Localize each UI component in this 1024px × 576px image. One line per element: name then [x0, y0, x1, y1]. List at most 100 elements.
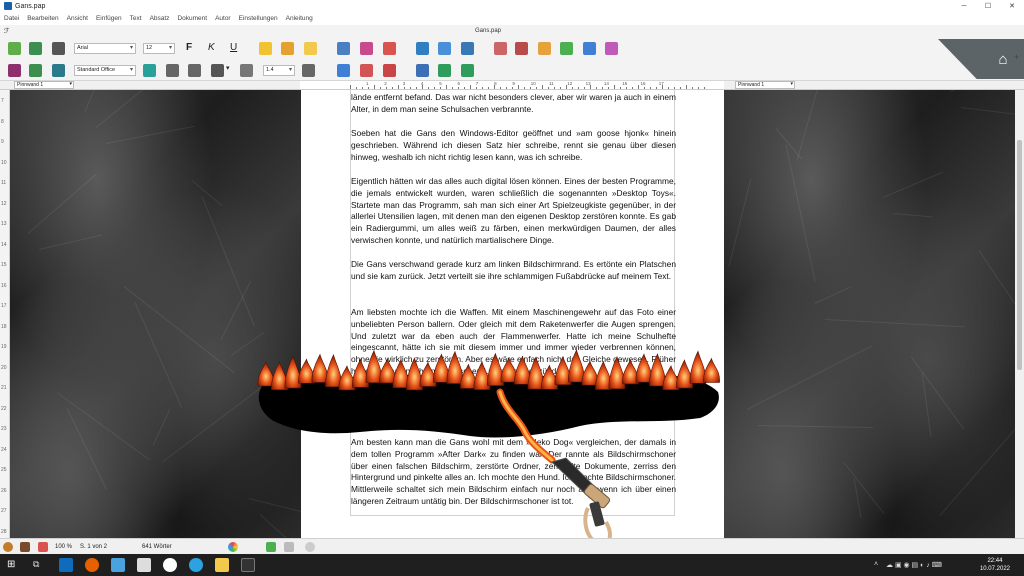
add-tab-icon[interactable]: +	[1014, 52, 1019, 62]
pinnwand-left-select[interactable]: Pinnwand 1	[14, 81, 74, 89]
replace-icon[interactable]	[461, 42, 474, 55]
zoom-level[interactable]: 100 %	[55, 544, 72, 550]
papyrus-icon[interactable]	[3, 542, 13, 552]
menu-dokument[interactable]: Dokument	[177, 15, 207, 22]
tray-arrow-icon[interactable]: ˄	[874, 561, 878, 568]
marker-orange-icon[interactable]	[538, 42, 551, 55]
list-icon[interactable]	[211, 64, 224, 77]
ruler-tick	[464, 87, 465, 89]
pdf-status-icon[interactable]	[38, 542, 48, 552]
line-spacing-select[interactable]: 1.4	[263, 65, 295, 76]
palette-icon[interactable]	[494, 42, 507, 55]
menu-anleitung[interactable]: Anleitung	[286, 15, 313, 22]
color-wheel-icon[interactable]	[228, 542, 238, 552]
line-spacing-icon[interactable]	[240, 64, 253, 77]
paragraph[interactable]: lände entfernt befand. Das war nicht bes…	[351, 92, 676, 116]
marker-red-icon[interactable]	[515, 42, 528, 55]
scrollbar-thumb[interactable]	[1017, 140, 1022, 370]
github-icon[interactable]	[163, 558, 177, 572]
telegram-icon[interactable]	[189, 558, 203, 572]
pen-icon[interactable]	[284, 542, 294, 552]
papyrus-taskbar-icon[interactable]	[137, 558, 151, 572]
font-select[interactable]: Arial	[74, 43, 136, 54]
title-bar: Gans.pap ─ ☐ ✕	[0, 0, 1024, 12]
pdf-icon[interactable]	[383, 42, 396, 55]
bold-button[interactable]: F	[186, 42, 192, 54]
menu-einfuegen[interactable]: Einfügen	[96, 15, 122, 22]
folder-icon[interactable]	[215, 558, 229, 572]
pinnwand-right-select[interactable]: Pinnwand 1	[735, 81, 795, 89]
paragraph[interactable]: Am liebsten mochte ich die Waffen. Mit e…	[351, 307, 676, 378]
task-view-icon[interactable]: ⧉	[33, 559, 39, 570]
style-select[interactable]: Standard Office	[74, 65, 136, 76]
insert-image-icon[interactable]	[337, 64, 350, 77]
outlook-icon[interactable]	[59, 558, 73, 572]
menu-einstellungen[interactable]: Einstellungen	[239, 15, 278, 22]
document-tab[interactable]: Gans.pap	[475, 28, 501, 34]
subscript-icon[interactable]	[188, 64, 201, 77]
zoom-icon[interactable]	[360, 64, 373, 77]
close-button[interactable]: ✕	[1000, 0, 1024, 12]
document-info-icon[interactable]	[360, 42, 373, 55]
comment-icon[interactable]	[304, 42, 317, 55]
menu-autor[interactable]: Autor	[215, 15, 231, 22]
navigator-icon[interactable]	[337, 42, 350, 55]
open-document-icon[interactable]	[29, 42, 42, 55]
marker-icon[interactable]	[281, 42, 294, 55]
ruler-tick	[536, 87, 537, 89]
ruler-tick	[542, 85, 543, 89]
undo-icon[interactable]	[438, 64, 451, 77]
marker-blue-icon[interactable]	[583, 42, 596, 55]
superscript-icon[interactable]	[166, 64, 179, 77]
font-size-select[interactable]: 12	[143, 43, 175, 54]
vertical-scrollbar[interactable]	[1015, 90, 1024, 538]
highlight-icon[interactable]	[259, 42, 272, 55]
tray-app-icons[interactable]: ☁ ▣ ◉ ▤ ◐ ♪ ⌨	[886, 561, 942, 569]
firefox-icon[interactable]	[85, 558, 99, 572]
paragraph-format-icon[interactable]	[302, 64, 315, 77]
paragraph[interactable]: Am besten kann man die Gans wohl mit dem…	[351, 437, 676, 508]
clock[interactable]: 22:44 10.07.2022	[980, 557, 1010, 573]
underline-button[interactable]: U	[230, 42, 237, 54]
horizontal-ruler[interactable]: 1 2 3 4 5 6 7 8 9 10 11 12 13 14 15 16 17	[300, 81, 724, 89]
menu-absatz[interactable]: Absatz	[150, 15, 170, 22]
paragraph[interactable]: Eigentlich hätten wir das alles auch dig…	[351, 176, 676, 247]
eye-icon[interactable]	[305, 542, 315, 552]
terminal-icon[interactable]	[241, 558, 255, 572]
list-dropdown-icon[interactable]: ▾	[226, 63, 230, 75]
toolbar: ℱ Gans.pap Arial 12 F K U Standard Offic…	[0, 25, 1024, 81]
print-icon[interactable]	[52, 42, 65, 55]
document-page[interactable]: lände entfernt befand. Das war nicht bes…	[301, 90, 724, 538]
save-as-icon[interactable]	[29, 64, 42, 77]
style-sheet-icon[interactable]	[143, 64, 156, 77]
menu-datei[interactable]: Datei	[4, 15, 19, 22]
windows-start-icon[interactable]: ⊞	[7, 559, 15, 570]
app-icon	[4, 2, 12, 10]
minimize-button[interactable]: ─	[952, 0, 976, 12]
menu-text[interactable]: Text	[130, 15, 142, 22]
italic-button[interactable]: K	[208, 42, 215, 54]
home-icon[interactable]: ⌂	[994, 51, 1012, 69]
ruler-tick	[518, 85, 519, 89]
table-icon[interactable]	[416, 64, 429, 77]
marker-green-icon[interactable]	[560, 42, 573, 55]
menu-ansicht[interactable]: Ansicht	[67, 15, 88, 22]
character-format-icon[interactable]	[52, 64, 65, 77]
bookshelf-icon[interactable]	[20, 542, 30, 552]
line-number: 7	[1, 98, 4, 104]
marker-purple-icon[interactable]	[605, 42, 618, 55]
spellcheck-icon[interactable]	[416, 42, 429, 55]
text-frame[interactable]: lände entfernt befand. Das war nicht bes…	[350, 90, 676, 516]
menu-bearbeiten[interactable]: Bearbeiten	[27, 15, 58, 22]
paragraph[interactable]: Soeben hat die Gans den Windows-Editor g…	[351, 128, 676, 163]
redo-icon[interactable]	[461, 64, 474, 77]
duden-icon[interactable]	[266, 542, 276, 552]
delete-icon[interactable]	[383, 64, 396, 77]
paragraph[interactable]: Die Gans verschwand gerade kurz am linke…	[351, 259, 676, 283]
maximize-button[interactable]: ☐	[976, 0, 1000, 12]
search-icon[interactable]	[438, 42, 451, 55]
ruler-tick	[482, 87, 483, 89]
new-document-icon[interactable]	[8, 42, 21, 55]
explorer-icon[interactable]	[111, 558, 125, 572]
save-icon[interactable]	[8, 64, 21, 77]
